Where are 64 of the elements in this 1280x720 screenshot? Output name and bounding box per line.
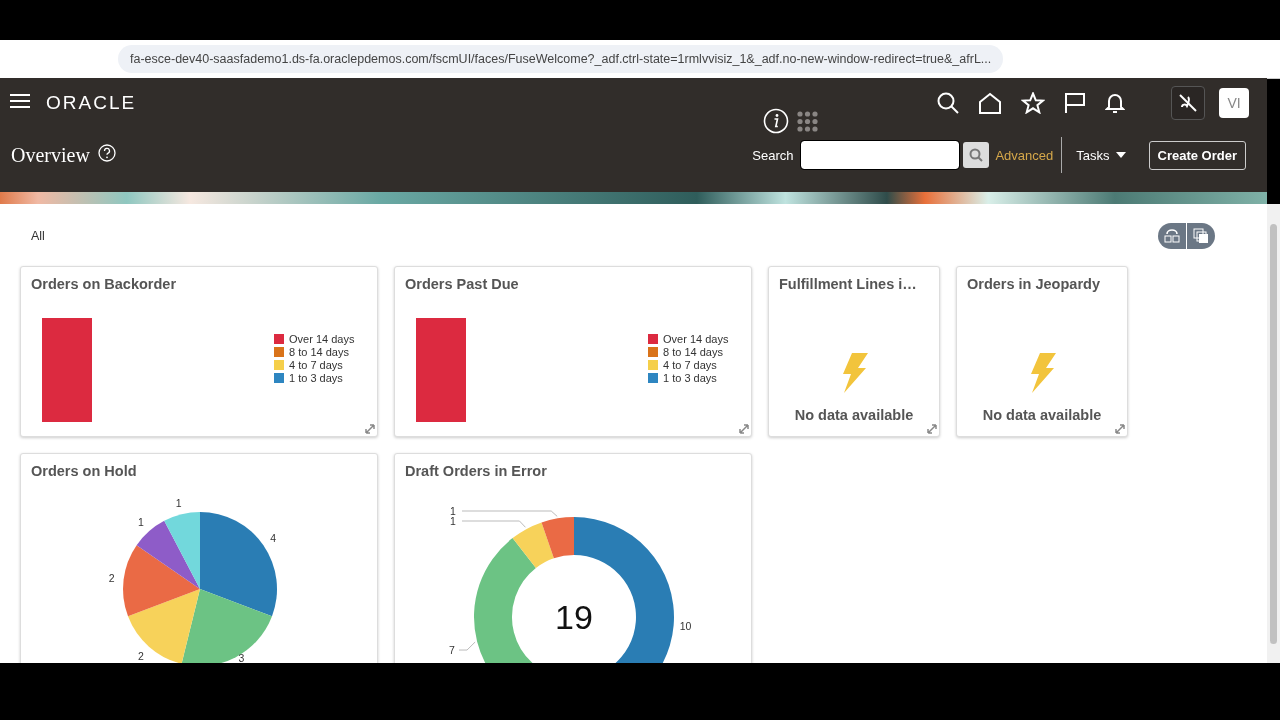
phone-off-button[interactable] xyxy=(1171,86,1205,120)
page-title: Overview xyxy=(11,143,90,167)
leader-line xyxy=(461,520,526,528)
search-label: Search xyxy=(752,147,794,163)
apps-grid-icon[interactable] xyxy=(797,110,818,132)
card-title: Orders on Backorder xyxy=(31,276,177,292)
filter-label[interactable]: All xyxy=(31,229,45,243)
data-label: 10 xyxy=(679,620,692,633)
search-icon[interactable] xyxy=(937,92,959,114)
data-label: 2 xyxy=(108,572,115,585)
resize-icon[interactable] xyxy=(1115,424,1125,434)
star-icon[interactable] xyxy=(1021,92,1045,114)
legend-label: 8 to 14 days xyxy=(289,346,349,358)
card-title: Orders in Jeopardy xyxy=(967,276,1100,292)
center-total: 19 xyxy=(555,598,593,636)
legend-label: 4 to 7 days xyxy=(663,359,717,371)
tasks-menu[interactable]: Tasks xyxy=(1076,147,1126,163)
search-icon xyxy=(969,148,984,162)
address-bar[interactable]: fa-esce-dev40-saasfademo1.ds-fa.oraclepdemos.com/fscmUI/faces/FuseWelcome?_adf.ctrl-state=1rmlvvisiz_1&_adf.no-new-window-redirect=true&_afrL... xyxy=(118,45,1004,73)
flag-icon[interactable] xyxy=(1064,92,1086,114)
data-label: 3 xyxy=(238,652,245,663)
card-title: Draft Orders in Error xyxy=(405,463,547,479)
logo: ORACLE xyxy=(46,92,137,114)
create-order-button[interactable]: Create Order xyxy=(1148,140,1246,170)
card-title: Fulfillment Lines i… xyxy=(779,276,917,292)
empty-message: No data available xyxy=(794,407,914,423)
data-label: 7 xyxy=(449,644,455,657)
lightning-icon xyxy=(1028,353,1056,393)
legend-label: 1 to 3 days xyxy=(663,372,717,384)
data-label: 1 xyxy=(450,515,456,527)
data-label: 1 xyxy=(138,516,144,529)
info-icon[interactable] xyxy=(763,108,789,134)
help-icon[interactable] xyxy=(97,144,116,162)
advanced-link[interactable]: Advanced xyxy=(995,147,1054,163)
card-title: Orders on Hold xyxy=(31,463,137,479)
legend-label: 8 to 14 days xyxy=(663,346,723,358)
layout-icon xyxy=(1164,228,1180,244)
bell-icon[interactable] xyxy=(1105,92,1125,114)
lightning-icon xyxy=(840,353,868,393)
resize-icon[interactable] xyxy=(739,424,749,434)
caret-icon xyxy=(1115,152,1126,158)
search-button[interactable] xyxy=(963,142,990,168)
menu-icon[interactable] xyxy=(10,93,30,109)
empty-message: No data available xyxy=(982,407,1102,423)
view-button[interactable] xyxy=(1158,223,1186,249)
home-icon[interactable] xyxy=(978,92,1002,114)
leader-line xyxy=(458,641,476,651)
data-label: 4 xyxy=(270,532,277,545)
view-button[interactable] xyxy=(1187,223,1215,249)
legend-label: Over 14 days xyxy=(289,333,355,345)
user-avatar[interactable]: VI xyxy=(1219,88,1249,118)
copy-icon xyxy=(1193,228,1209,244)
phone-off-icon xyxy=(1178,93,1198,113)
legend-label: 4 to 7 days xyxy=(289,359,343,371)
data-label: 1 xyxy=(175,496,182,509)
legend-label: 1 to 3 days xyxy=(289,372,343,384)
card-title: Orders Past Due xyxy=(405,276,519,292)
resize-icon[interactable] xyxy=(365,424,375,434)
resize-icon[interactable] xyxy=(927,424,937,434)
data-label: 2 xyxy=(138,649,144,662)
legend-label: Over 14 days xyxy=(663,333,729,345)
data-label: 1 xyxy=(450,505,456,517)
scrollbar[interactable] xyxy=(1267,204,1280,663)
search-field[interactable] xyxy=(801,141,960,169)
